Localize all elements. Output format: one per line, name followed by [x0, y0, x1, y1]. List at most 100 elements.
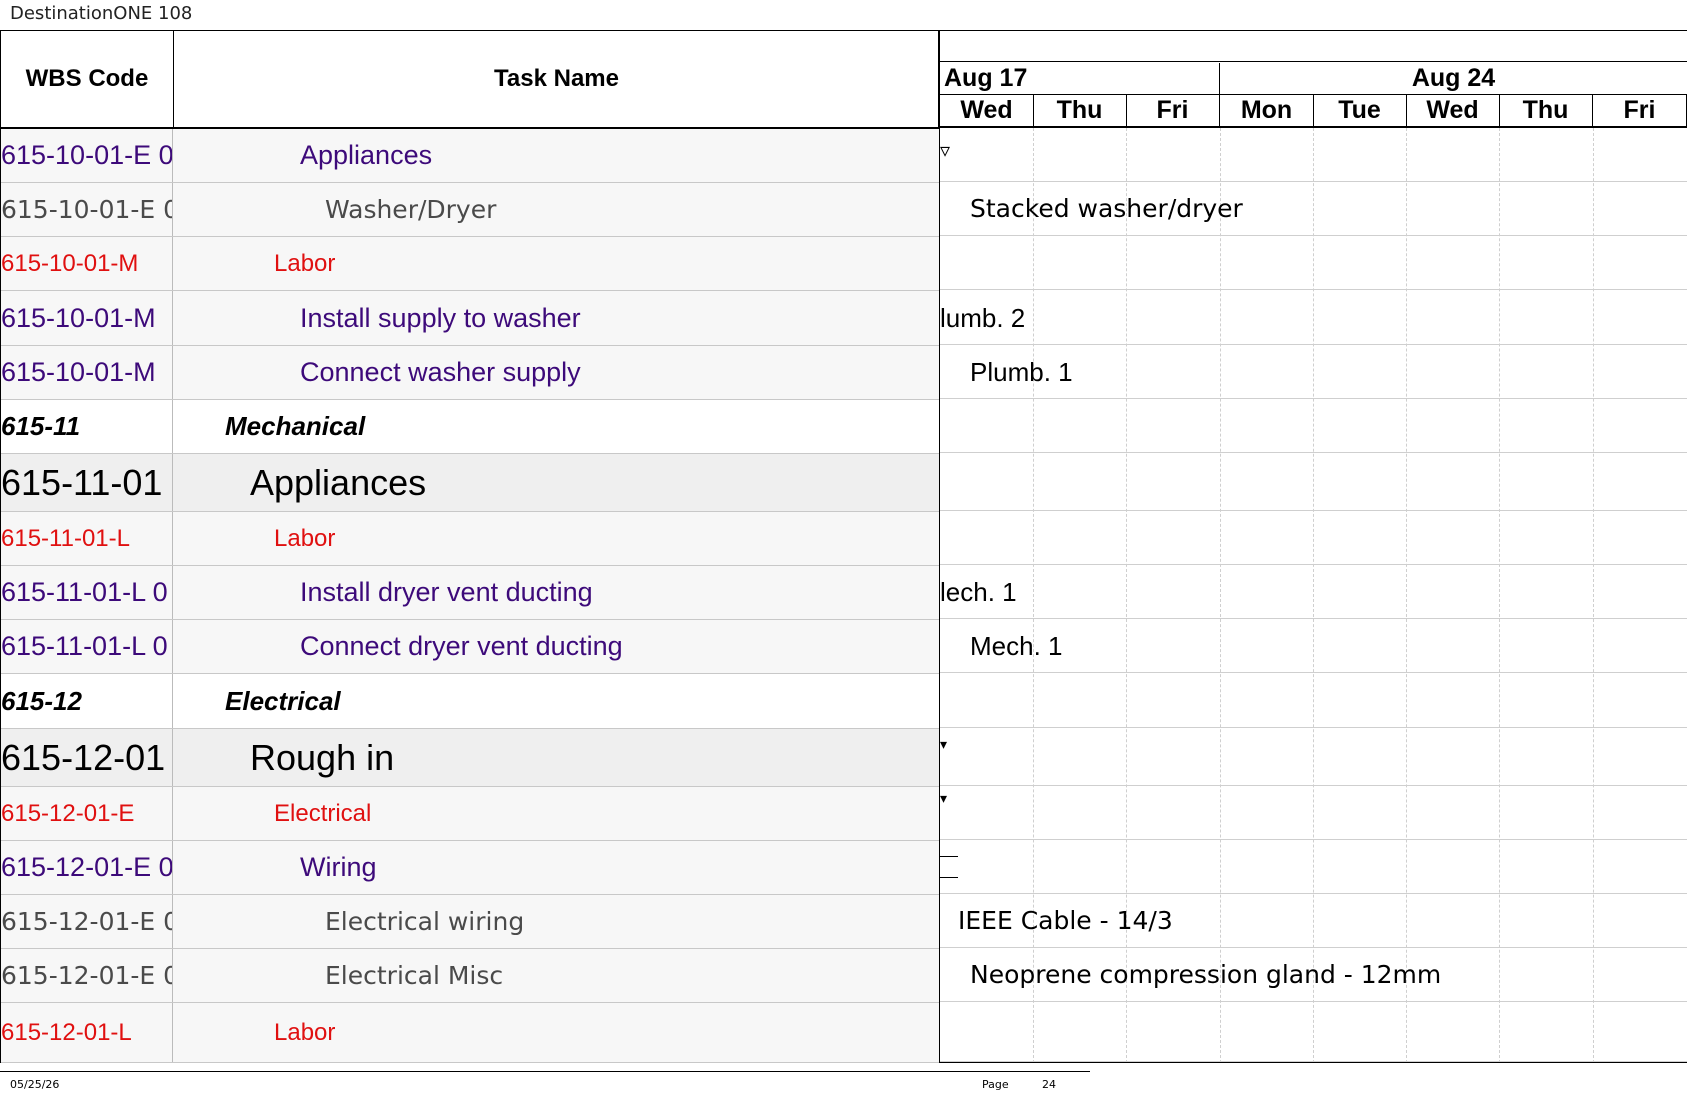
day-header: Thu [1033, 95, 1127, 128]
task-name-cell: Electrical [225, 685, 341, 716]
footer-page-number: 24 [1042, 1078, 1056, 1091]
gantt-row-gridline [940, 344, 1687, 345]
table-row[interactable]: 615-10-01-M Connect washer supply [1, 346, 939, 400]
gantt-bar-label[interactable]: lumb. 2 [940, 303, 1025, 334]
table-row[interactable]: 615-10-01-M Labor [1, 237, 939, 291]
table-header: WBS Code Task Name [1, 31, 939, 129]
table-row[interactable]: 615-11-01-L 0 Connect dryer vent ducting [1, 620, 939, 674]
gantt-row-gridline [940, 727, 1687, 728]
gantt-chart: Aug 17 Aug 24 Wed Thu Fri Mon Tue Wed Thu Fri S… [940, 30, 1687, 1063]
gantt-day-gridline [1220, 128, 1221, 1063]
gantt-row-gridline [940, 785, 1687, 786]
gantt-bar-label[interactable]: Mech. 1 [970, 631, 1063, 662]
gantt-row-gridline [940, 235, 1687, 236]
footer-divider [0, 1071, 1090, 1072]
gantt-row-gridline [940, 947, 1687, 948]
gantt-bar-label[interactable]: lech. 1 [940, 577, 1017, 608]
gantt-row-gridline [940, 398, 1687, 399]
summary-marker-icon: ▾ [940, 790, 948, 806]
bar-connector-icon [940, 856, 958, 878]
day-header: Wed [1406, 95, 1500, 128]
table-row[interactable]: 615-12-01-E Electrical [1, 787, 939, 841]
summary-marker-icon: ▾ [940, 736, 948, 752]
gantt-row-gridline [940, 893, 1687, 894]
task-name-header[interactable]: Task Name [174, 31, 939, 127]
gantt-row-gridline [940, 1001, 1687, 1002]
wbs-code-header[interactable]: WBS Code [1, 31, 174, 127]
wbs-code-cell: 615-12-01-E 0 [1, 841, 173, 894]
footer-date: 05/25/26 [10, 1078, 60, 1091]
wbs-code-cell: 615-10-01-E 0 [1, 129, 173, 182]
day-header: Tue [1313, 95, 1407, 128]
day-header: Thu [1499, 95, 1593, 128]
table-row[interactable]: 615-11 Mechanical [1, 400, 939, 454]
table-row[interactable]: 615-10-01-E 0 Appliances [1, 129, 939, 183]
task-name-cell: Labor [274, 524, 336, 552]
gantt-row-gridline [940, 181, 1687, 182]
gantt-day-gridline [1593, 128, 1594, 1063]
table-row[interactable]: 615-12 Electrical [1, 674, 939, 729]
table-row[interactable]: 615-10-01-E 01Washer/Dryer [1, 183, 939, 237]
gantt-row-gridline [940, 564, 1687, 565]
wbs-code-cell: 615-12 [1, 674, 173, 728]
gantt-bottom-border [940, 1062, 1687, 1063]
task-name-cell: Labor [274, 249, 336, 277]
wbs-code-cell: 615-10-01-M [1, 291, 173, 345]
task-name-cell: Mechanical [225, 411, 366, 441]
wbs-code-cell: 615-12-01-E [1, 787, 173, 840]
gantt-row-gridline [940, 672, 1687, 673]
gantt-header-top [940, 30, 1687, 62]
gantt-row-gridline [940, 452, 1687, 453]
gantt-bar-label[interactable]: Neoprene compression gland - 12mm [970, 960, 1441, 989]
footer-page-label: Page [982, 1078, 1009, 1091]
gantt-day-gridline [1406, 128, 1407, 1063]
summary-marker-icon: ▿ [940, 140, 951, 162]
table-row[interactable]: 615-11-01-L 0 Install dryer vent ducting [1, 566, 939, 620]
task-name-cell: Install supply to washer [300, 302, 581, 333]
task-name-cell: Labor [274, 1018, 336, 1046]
document-title: DestinationONE 108 [10, 3, 193, 24]
gantt-row-gridline [940, 289, 1687, 290]
task-table: WBS Code Task Name 615-10-01-E 0 Applianc… [0, 30, 940, 1063]
task-name-cell: Appliances [300, 140, 433, 170]
day-header: Wed [940, 95, 1034, 128]
gantt-row-gridline [940, 510, 1687, 511]
wbs-code-cell: 615-11-01-L 0 [1, 620, 173, 673]
gantt-bar-label[interactable]: Stacked washer/dryer [970, 194, 1243, 223]
task-name-cell: Connect dryer vent ducting [300, 631, 623, 661]
table-row[interactable]: 615-12-01-E 01Electrical wiring [1, 895, 939, 949]
table-row[interactable]: 615-12-01-L Labor [1, 1003, 939, 1063]
table-row[interactable]: 615-12-01 Rough in [1, 729, 939, 787]
task-name-cell: Rough in [250, 736, 395, 778]
table-row[interactable]: 615-10-01-M Install supply to washer [1, 291, 939, 346]
table-row[interactable]: 615-12-01-E 01Electrical Misc [1, 949, 939, 1003]
wbs-code-cell: 615-10-01-M [1, 237, 173, 290]
week-header: Aug 24 [1220, 63, 1687, 95]
table-row[interactable]: 615-11-01 Appliances [1, 454, 939, 512]
day-header: Mon [1220, 95, 1314, 128]
day-header: Fri [1126, 95, 1220, 128]
wbs-code-cell: 615-11 [1, 400, 173, 453]
table-row[interactable]: 615-12-01-E 0 Wiring [1, 841, 939, 895]
task-name-cell: Appliances [250, 461, 427, 503]
wbs-code-cell: 615-12-01-L [1, 1003, 173, 1062]
wbs-code-cell: 615-12-01 [1, 729, 173, 786]
task-name-cell: Wiring [300, 852, 377, 882]
table-row[interactable]: 615-11-01-L Labor [1, 512, 939, 566]
gantt-day-gridline [1499, 128, 1500, 1063]
day-header: Fri [1593, 95, 1687, 128]
gantt-bar-label[interactable]: IEEE Cable - 14/3 [958, 906, 1173, 935]
task-name-cell: Electrical [274, 799, 372, 827]
week-header: Aug 17 [940, 63, 1220, 95]
gantt-row-gridline [940, 839, 1687, 840]
wbs-code-cell: 615-12-01-E 01 [1, 895, 173, 948]
wbs-code-cell: 615-10-01-M [1, 346, 173, 399]
gantt-day-gridline [1313, 128, 1314, 1063]
wbs-code-cell: 615-12-01-E 01 [1, 949, 173, 1002]
gantt-bar-label[interactable]: Plumb. 1 [970, 357, 1073, 388]
gantt-row-gridline [940, 618, 1687, 619]
wbs-code-cell: 615-11-01-L [1, 512, 173, 565]
task-name-cell: Connect washer supply [300, 357, 581, 387]
wbs-code-cell: 615-11-01-L 0 [1, 566, 173, 619]
wbs-code-cell: 615-10-01-E 01 [1, 183, 173, 236]
